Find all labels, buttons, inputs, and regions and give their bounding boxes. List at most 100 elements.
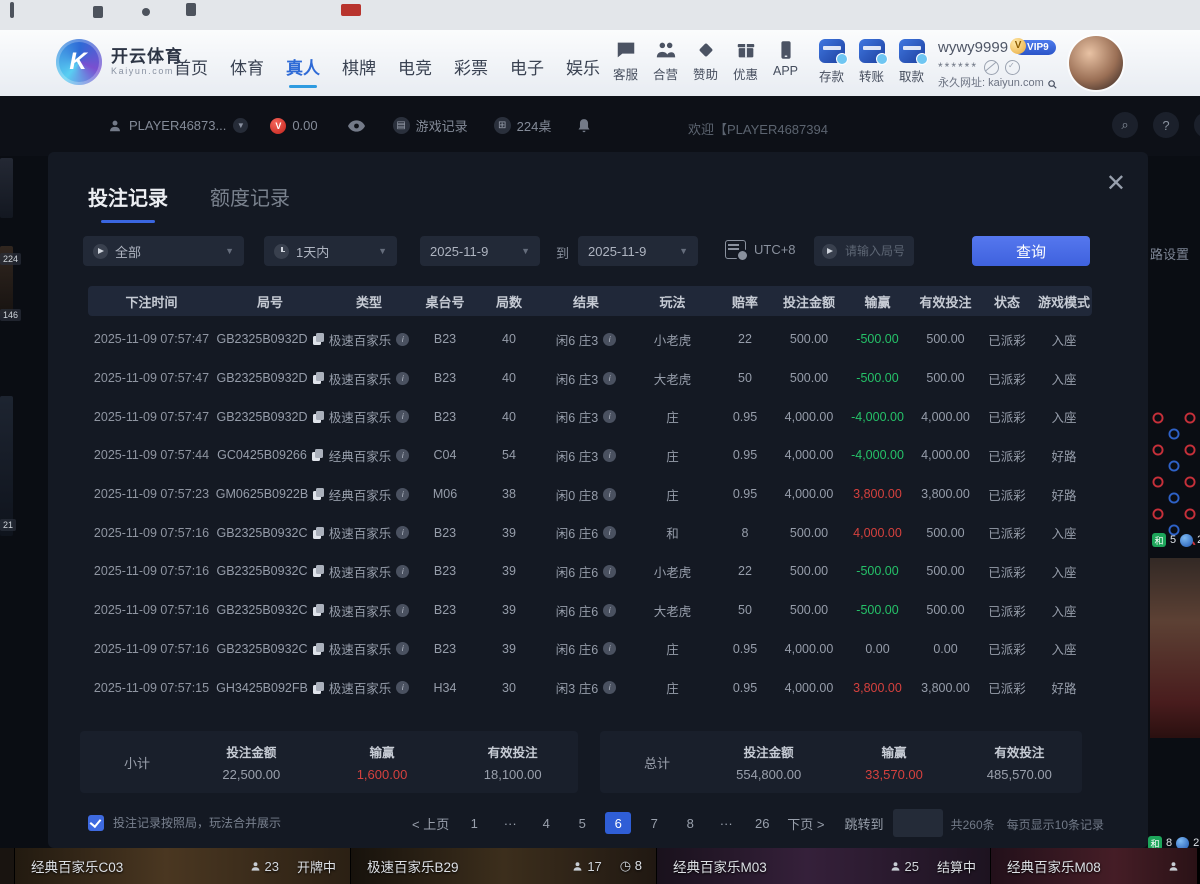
withdraw-button[interactable]: 取款 — [892, 39, 931, 85]
copy-icon[interactable] — [313, 527, 324, 539]
info-icon[interactable]: i — [396, 449, 409, 462]
date-from-picker[interactable]: 2025-11-9 ▼ — [420, 236, 540, 266]
page-item[interactable]: < 上页 — [410, 812, 451, 834]
info-icon[interactable]: i — [396, 526, 409, 539]
permanent-site: 永久网址: kaiyun.com — [938, 76, 1044, 92]
page-item[interactable]: 6 — [605, 812, 631, 834]
round-number-input[interactable] — [843, 243, 906, 259]
nav-item[interactable]: 棋牌 — [342, 54, 376, 88]
help-icon[interactable]: ? — [1153, 112, 1179, 138]
more-icon[interactable]: ◎ — [1194, 112, 1200, 138]
nav-item[interactable]: 电子 — [510, 54, 544, 88]
nav-item[interactable]: 体育 — [230, 54, 264, 88]
quick-link-service[interactable]: 客服 — [606, 39, 645, 83]
quick-link-app[interactable]: APP — [766, 39, 805, 83]
info-icon[interactable]: i — [603, 449, 616, 462]
tables-count[interactable]: 224桌 — [517, 116, 552, 135]
page-item[interactable]: 下页 > — [785, 812, 826, 834]
info-icon[interactable]: i — [396, 372, 409, 385]
info-icon[interactable]: i — [603, 333, 616, 346]
close-icon[interactable]: ✕ — [1106, 172, 1126, 196]
check-circle-icon[interactable] — [1005, 60, 1020, 75]
info-icon[interactable]: i — [603, 642, 616, 655]
date-to-picker[interactable]: 2025-11-9 ▼ — [578, 236, 698, 266]
info-icon[interactable]: i — [396, 333, 409, 346]
nav-item[interactable]: 首页 — [174, 54, 208, 88]
copy-icon[interactable] — [313, 372, 324, 384]
modal-tab[interactable]: 投注记录 — [88, 182, 168, 223]
player-count: 17 — [572, 859, 601, 874]
quick-link-partner[interactable]: 合营 — [646, 39, 685, 83]
nav-item[interactable]: 彩票 — [454, 54, 488, 88]
info-icon[interactable]: i — [396, 642, 409, 655]
query-button[interactable]: 查询 — [972, 236, 1090, 266]
time-range-value: 1天内 — [296, 242, 329, 261]
valid-bet: 500.00 — [913, 526, 978, 540]
copy-icon[interactable] — [313, 604, 324, 616]
search-icon[interactable]: ⌕ — [1112, 112, 1138, 138]
info-icon[interactable]: i — [603, 372, 616, 385]
subtotal-winloss-label: 输赢 — [317, 742, 448, 761]
table-video-tile[interactable]: 经典百家乐C03 23 开牌中 — [14, 848, 350, 884]
nav-item[interactable]: 真人 — [286, 54, 320, 88]
road-settings-label[interactable]: 路设置 — [1150, 244, 1189, 263]
info-icon[interactable]: i — [603, 410, 616, 423]
page-item[interactable]: ··· — [713, 812, 739, 834]
copy-icon[interactable] — [313, 488, 324, 500]
table-video-tile[interactable]: 经典百家乐M03 25 结算中 — [656, 848, 990, 884]
badge-icon — [836, 53, 848, 65]
info-icon[interactable]: i — [396, 604, 409, 617]
player-id[interactable]: PLAYER46873... — [129, 118, 226, 133]
table-video-tile[interactable]: 经典百家乐M08 — [990, 848, 1197, 884]
copy-icon[interactable] — [313, 333, 324, 345]
transfer-button[interactable]: 转账 — [852, 39, 891, 85]
copy-icon[interactable] — [313, 643, 324, 655]
game-records-link[interactable]: 游戏记录 — [416, 116, 468, 135]
copy-icon[interactable] — [312, 449, 323, 461]
page-item[interactable]: 8 — [677, 812, 703, 834]
quick-link-promo[interactable]: 优惠 — [726, 39, 765, 83]
site-logo[interactable]: K 开云体育 Kaiyun.com — [56, 39, 183, 85]
eye-icon[interactable] — [348, 120, 365, 132]
page-item[interactable]: 26 — [749, 812, 775, 834]
eye-slash-icon[interactable] — [984, 60, 999, 75]
page-item[interactable]: 7 — [641, 812, 667, 834]
total-winloss: 33,570.00 — [831, 767, 956, 782]
info-icon[interactable]: i — [603, 526, 616, 539]
page-item[interactable]: 5 — [569, 812, 595, 834]
chevron-down-icon: ▼ — [370, 246, 387, 256]
info-icon[interactable]: i — [603, 565, 616, 578]
round-count: 40 — [477, 371, 541, 385]
info-icon[interactable]: i — [603, 604, 616, 617]
game-type-select[interactable]: 全部 ▼ — [83, 236, 244, 266]
round-id: GB2325B0932D — [215, 371, 325, 385]
copy-icon[interactable] — [313, 565, 324, 577]
table-row: 2025-11-09 07:57:23 GM0625B0922B 经典百家乐i … — [88, 475, 1092, 514]
merge-checkbox[interactable] — [88, 815, 104, 831]
magnifier-icon[interactable] — [1047, 79, 1058, 90]
modal-tab[interactable]: 额度记录 — [210, 182, 290, 223]
nav-item[interactable]: 娱乐 — [566, 54, 600, 88]
category-icon — [93, 244, 108, 259]
info-icon[interactable]: i — [396, 565, 409, 578]
jump-page-input[interactable] — [893, 809, 943, 837]
avatar[interactable] — [1069, 36, 1123, 90]
info-icon[interactable]: i — [396, 488, 409, 501]
deposit-button[interactable]: 存款 — [812, 39, 851, 85]
copy-icon[interactable] — [313, 682, 324, 694]
info-icon[interactable]: i — [396, 681, 409, 694]
chevron-down-icon[interactable]: ▼ — [233, 118, 248, 133]
page-item[interactable]: 4 — [533, 812, 559, 834]
nav-item[interactable]: 电竞 — [398, 54, 432, 88]
info-icon[interactable]: i — [603, 681, 616, 694]
bell-icon[interactable] — [577, 118, 591, 133]
table-video-tile[interactable]: 极速百家乐B29 17 8 — [350, 848, 656, 884]
jump-label: 跳转到 — [844, 814, 883, 833]
quick-link-sponsor[interactable]: 赞助 — [686, 39, 725, 83]
info-icon[interactable]: i — [603, 488, 616, 501]
copy-icon[interactable] — [313, 411, 324, 423]
page-item[interactable]: ··· — [497, 812, 523, 834]
page-item[interactable]: 1 — [461, 812, 487, 834]
info-icon[interactable]: i — [396, 410, 409, 423]
time-range-select[interactable]: 1天内 ▼ — [264, 236, 397, 266]
